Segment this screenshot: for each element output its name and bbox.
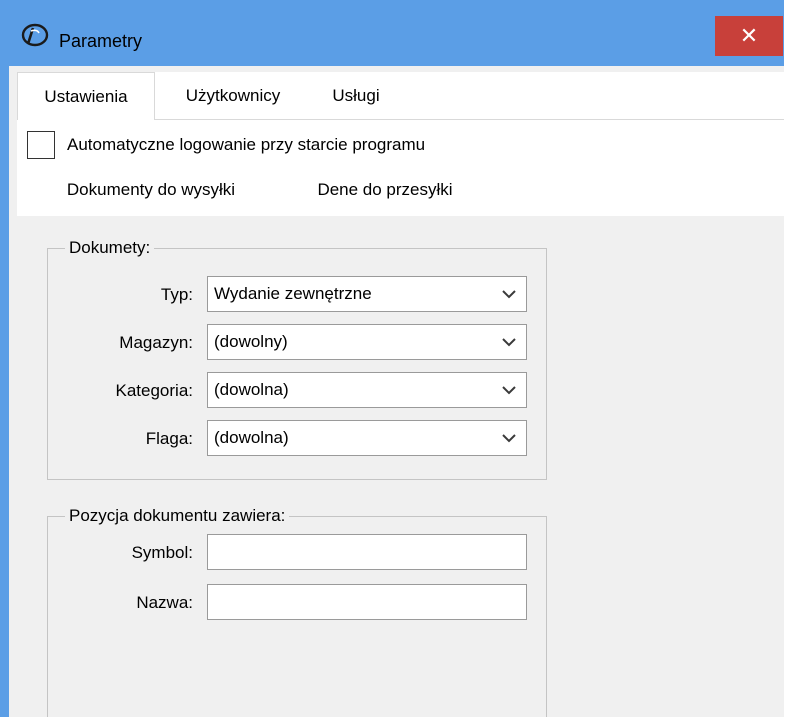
symbol-input[interactable] bbox=[207, 534, 527, 570]
nazwa-label: Nazwa: bbox=[136, 593, 193, 612]
nazwa-input[interactable] bbox=[207, 584, 527, 620]
magazyn-select[interactable]: (dowolny) bbox=[207, 324, 527, 360]
tab-dene-label: Dene do przesyłki bbox=[317, 180, 453, 199]
parametry-window: Parametry ✕ Ustawienia Użytkownicy Usług… bbox=[0, 0, 799, 717]
window-right-edge bbox=[784, 0, 799, 717]
tab-dene-do-przesylki[interactable]: Dene do przesyłki bbox=[285, 164, 485, 216]
tab-uslugi[interactable]: Usługi bbox=[315, 72, 397, 120]
flaga-value: (dowolna) bbox=[214, 428, 289, 447]
settings-tab-content: Automatyczne logowanie przy starcie prog… bbox=[17, 120, 784, 717]
close-button[interactable]: ✕ bbox=[715, 16, 783, 56]
chevron-down-icon bbox=[502, 290, 516, 299]
tab-dokumenty-label: Dokumenty do wysyłki bbox=[66, 180, 236, 199]
chevron-down-icon bbox=[502, 434, 516, 443]
window-title: Parametry bbox=[59, 31, 143, 51]
documents-panel: Dokumety: Typ: Wydanie zewnętrzne Magazy… bbox=[17, 216, 784, 717]
kategoria-value: (dowolna) bbox=[214, 380, 289, 399]
tab-uslugi-label: Usługi bbox=[332, 86, 380, 105]
typ-label: Typ: bbox=[160, 285, 193, 304]
flaga-select[interactable]: (dowolna) bbox=[207, 420, 527, 456]
main-tab-strip: Ustawienia Użytkownicy Usługi bbox=[17, 72, 784, 120]
magazyn-label: Magazyn: bbox=[119, 333, 193, 352]
position-group-legend: Pozycja dokumentu zawiera: bbox=[65, 505, 290, 527]
chevron-down-icon bbox=[502, 386, 516, 395]
title-bar[interactable]: Parametry ✕ bbox=[9, 0, 784, 66]
typ-select[interactable]: Wydanie zewnętrzne bbox=[207, 276, 527, 312]
symbol-label: Symbol: bbox=[131, 543, 193, 562]
kategoria-label: Kategoria: bbox=[115, 381, 194, 400]
tab-dokumenty-do-wysylki[interactable]: Dokumenty do wysyłki bbox=[17, 164, 285, 216]
auto-login-checkbox[interactable] bbox=[27, 131, 55, 159]
flaga-label: Flaga: bbox=[145, 429, 193, 448]
window-left-edge bbox=[0, 0, 9, 717]
app-logo-icon bbox=[21, 23, 49, 47]
typ-value: Wydanie zewnętrzne bbox=[214, 284, 372, 303]
tab-uzytkownicy-label: Użytkownicy bbox=[185, 86, 281, 105]
chevron-down-icon bbox=[502, 338, 516, 347]
tab-uzytkownicy[interactable]: Użytkownicy bbox=[163, 72, 303, 120]
documents-group-legend: Dokumety: bbox=[65, 237, 155, 259]
close-icon: ✕ bbox=[739, 23, 759, 48]
tab-ustawienia-label: Ustawienia bbox=[44, 87, 128, 106]
kategoria-select[interactable]: (dowolna) bbox=[207, 372, 527, 408]
auto-login-label[interactable]: Automatyczne logowanie przy starcie prog… bbox=[67, 132, 425, 158]
magazyn-value: (dowolny) bbox=[214, 332, 288, 351]
tab-ustawienia[interactable]: Ustawienia bbox=[17, 72, 155, 120]
sub-tab-strip: Dokumenty do wysyłki Dene do przesyłki bbox=[17, 164, 784, 216]
